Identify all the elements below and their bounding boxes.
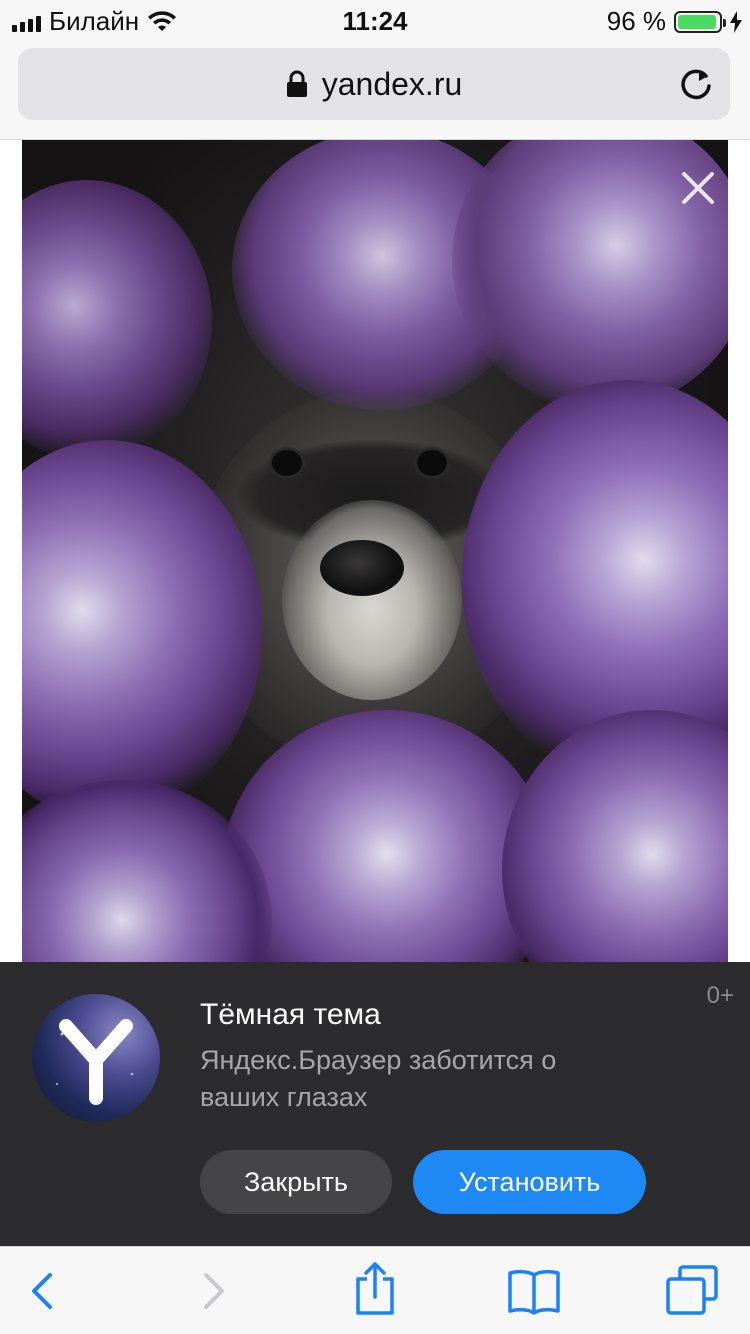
battery-cap xyxy=(723,18,726,27)
address-bar: yandex.ru xyxy=(0,40,750,140)
share-icon[interactable] xyxy=(350,1261,400,1317)
banner-title: Тёмная тема xyxy=(200,998,381,1031)
status-right: 96 % xyxy=(607,6,742,37)
succulent-bottom-right xyxy=(502,710,728,962)
raccoon-nose xyxy=(320,540,404,596)
forward-icon[interactable] xyxy=(188,1267,236,1315)
back-icon[interactable] xyxy=(20,1267,68,1315)
raccoon-right-eye xyxy=(417,450,447,476)
banner-subtitle: Яндекс.Браузер заботится о ваших глазах xyxy=(200,1045,557,1112)
raccoon-succulent-photo xyxy=(22,140,728,962)
yandex-y-logo xyxy=(55,1019,134,1105)
url-text: yandex.ru xyxy=(321,65,463,102)
raccoon-left-eye xyxy=(272,450,302,476)
succulent-top-left xyxy=(22,180,212,460)
charging-bolt-icon xyxy=(730,10,742,33)
raccoon-muzzle xyxy=(282,500,462,700)
tabs-icon[interactable] xyxy=(664,1263,720,1317)
battery-percent: 96 % xyxy=(606,6,666,36)
status-bar: Билайн 11:24 96 % xyxy=(0,0,750,40)
yandex-browser-icon xyxy=(32,994,160,1122)
close-icon[interactable] xyxy=(674,164,722,212)
url-display: yandex.ru xyxy=(18,48,730,120)
battery-icon xyxy=(674,10,726,33)
age-rating: 0+ xyxy=(706,982,734,1009)
close-button[interactable]: Закрыть xyxy=(200,1150,392,1214)
bottom-toolbar xyxy=(0,1246,750,1334)
lock-icon xyxy=(286,70,307,97)
battery-level xyxy=(678,14,717,29)
reload-icon[interactable] xyxy=(678,66,714,102)
bookmarks-icon[interactable] xyxy=(506,1267,562,1315)
promo-banner: Тёмная тема Яндекс.Браузер заботится о в… xyxy=(0,962,750,1246)
install-button[interactable]: Установить xyxy=(413,1150,646,1214)
url-field[interactable]: yandex.ru xyxy=(18,48,730,120)
